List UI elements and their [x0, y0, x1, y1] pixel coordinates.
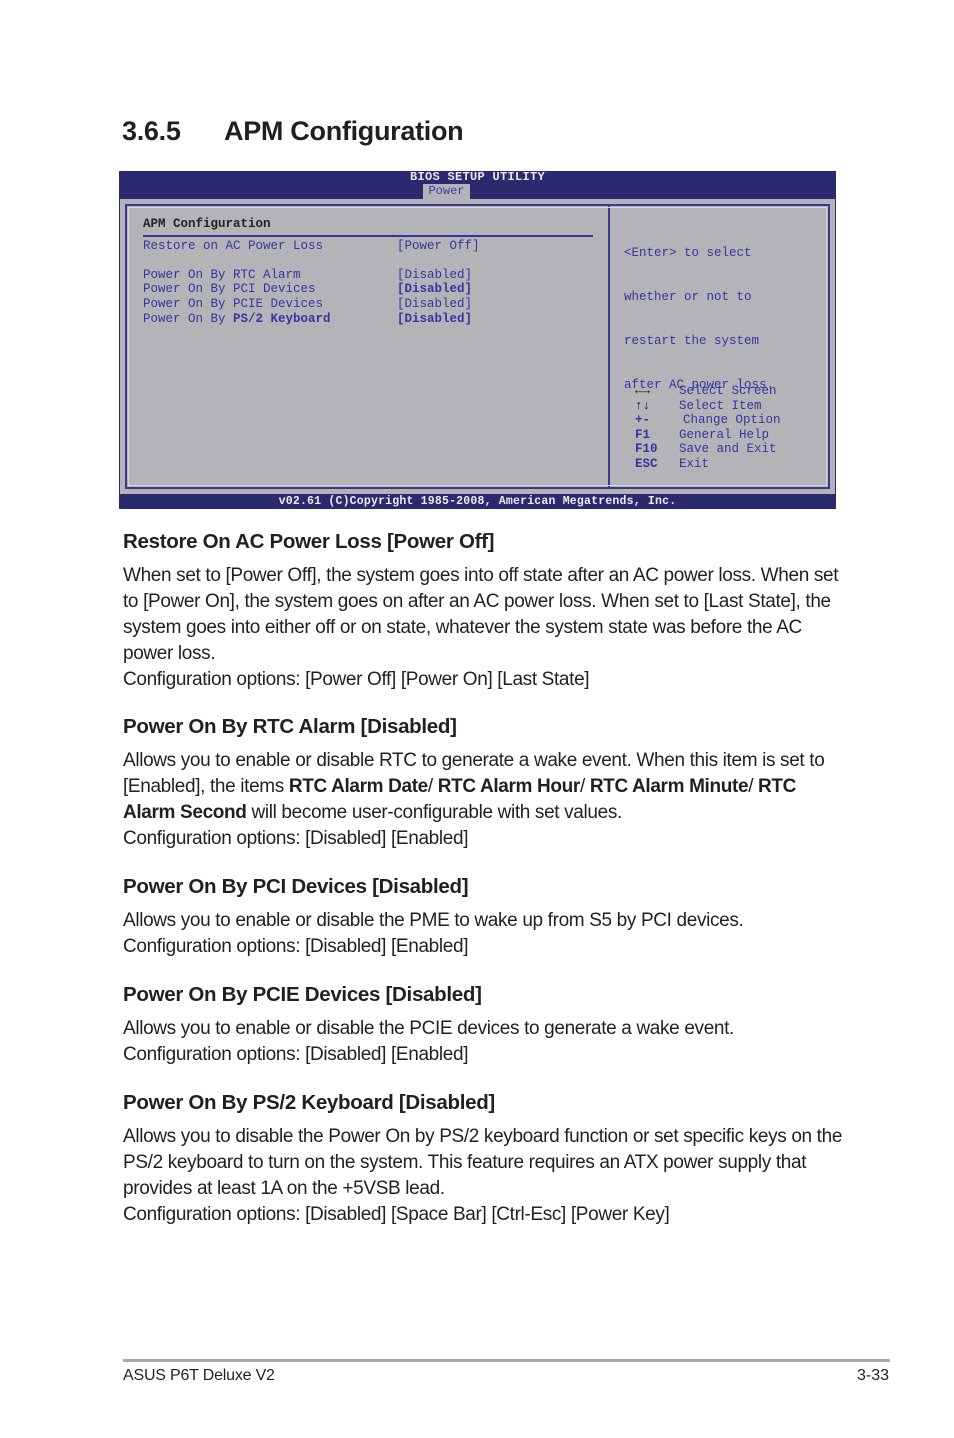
tab-power[interactable]: Power — [423, 184, 470, 199]
setting-label: Power On By RTC Alarm — [143, 267, 301, 282]
key-desc: Select Item — [679, 398, 762, 413]
key-row-save-exit: F10 Save and Exit — [635, 442, 781, 457]
label-emphasis: PS/2 Keyboard — [233, 311, 331, 326]
setting-label: Power On By PCI Devices — [143, 282, 316, 297]
config-options: Configuration options: [Disabled] [Enabl… — [123, 1044, 469, 1065]
item-heading: Power On By PS/2 Keyboard [Disabled] — [123, 1091, 495, 1114]
description-text: will become user-configurable with set v… — [246, 802, 622, 823]
item-heading: Restore On AC Power Loss [Power Off] — [123, 530, 495, 553]
item-heading: Power On By PCIE Devices [Disabled] — [123, 983, 482, 1006]
key-desc: Exit — [679, 456, 710, 471]
description-text: When set to [Power Off], the system goes… — [123, 565, 839, 664]
label-prefix: Power On By — [143, 311, 234, 326]
help-line: <Enter> to select — [624, 246, 752, 261]
description-text: Allows you to enable or disable the PME … — [123, 910, 744, 931]
footer-rule — [123, 1359, 890, 1362]
item-description: When set to [Power Off], the system goes… — [123, 563, 843, 693]
config-options: Configuration options: [Disabled] [Space… — [123, 1204, 670, 1225]
item-heading: Power On By RTC Alarm [Disabled] — [123, 715, 457, 738]
bios-title: BIOS SETUP UTILITY — [409, 170, 546, 184]
key-row-change-option: +- Change Option — [635, 413, 781, 428]
desc-restore-ac-power-loss: Restore On AC Power Loss [Power Off] Whe… — [123, 530, 843, 693]
item-description: Allows you to enable or disable RTC to g… — [123, 748, 843, 852]
config-options: Configuration options: [Power Off] [Powe… — [123, 669, 590, 690]
help-line: restart the system — [624, 333, 760, 348]
item-description: Allows you to enable or disable the PCIE… — [123, 1016, 843, 1068]
item-description: Allows you to enable or disable the PME … — [123, 908, 843, 960]
desc-ps2-keyboard: Power On By PS/2 Keyboard [Disabled] All… — [123, 1091, 843, 1228]
key-label: F10 — [635, 442, 658, 457]
setting-ps2-keyboard[interactable]: Power On By PS/2 Keyboard [Disabled] — [143, 312, 593, 327]
setting-value[interactable]: [Disabled] — [397, 297, 472, 312]
setting-rtc-alarm[interactable]: Power On By RTC Alarm [Disabled] — [143, 268, 593, 283]
separator: / — [427, 776, 438, 797]
config-options: Configuration options: [Disabled] [Enabl… — [123, 828, 469, 849]
help-line: whether or not to — [624, 289, 752, 304]
left-right-arrows-icon: ←→ — [635, 384, 651, 398]
key-label: ESC — [635, 456, 658, 471]
key-desc: Select Screen — [679, 384, 777, 398]
up-down-arrows-icon: ↑↓ — [635, 398, 651, 413]
item-description: Allows you to disable the Power On by PS… — [123, 1124, 843, 1228]
key-desc: Save and Exit — [679, 442, 777, 457]
bios-copyright: v02.61 (C)Copyright 1985-2008, American … — [278, 495, 677, 508]
desc-pci-devices: Power On By PCI Devices [Disabled] Allow… — [123, 875, 843, 960]
desc-rtc-alarm: Power On By RTC Alarm [Disabled] Allows … — [123, 715, 843, 852]
key-row-general-help: F1 General Help — [635, 428, 781, 443]
item-ref: RTC Alarm Minute — [589, 776, 749, 797]
key-row-select-item: ↑↓ Select Item — [635, 399, 781, 414]
item-ref: RTC Alarm Hour — [437, 776, 581, 797]
key-desc: Change Option — [683, 413, 781, 428]
setting-value[interactable]: [Disabled] — [397, 282, 472, 297]
key-label: F1 — [635, 427, 651, 442]
section-number: 3.6.5 — [122, 116, 181, 146]
section-name: APM Configuration — [224, 116, 464, 146]
setting-value[interactable]: [Disabled] — [397, 312, 472, 327]
bios-header: BIOS SETUP UTILITY Power — [119, 171, 836, 199]
setting-restore-ac-power-loss[interactable]: Restore on AC Power Loss [Power Off] — [143, 239, 593, 254]
bios-body: APM Configuration Restore on AC Power Lo… — [120, 199, 835, 494]
separator: / — [748, 776, 759, 797]
settings-panel: APM Configuration Restore on AC Power Lo… — [143, 217, 593, 326]
description-text: Allows you to disable the Power On by PS… — [123, 1126, 843, 1199]
setting-label: Restore on AC Power Loss — [143, 238, 324, 253]
item-heading: Power On By PCI Devices [Disabled] — [123, 875, 469, 898]
item-ref: RTC Alarm Date — [288, 776, 428, 797]
bios-frame: APM Configuration Restore on AC Power Lo… — [125, 204, 830, 489]
setting-pcie-devices[interactable]: Power On By PCIE Devices [Disabled] — [143, 297, 593, 312]
config-options: Configuration options: [Disabled] [Enabl… — [123, 936, 469, 957]
footer-page-number: 3-33 — [856, 1367, 889, 1384]
heading-rule — [143, 234, 593, 237]
setting-label: Power On By PCIE Devices — [143, 296, 324, 311]
description-text: Allows you to enable or disable the PCIE… — [123, 1018, 734, 1039]
separator: / — [579, 776, 590, 797]
key-desc: General Help — [679, 427, 770, 442]
footer-product: ASUS P6T Deluxe V2 — [123, 1367, 275, 1384]
key-row-select-screen: ←→ Select Screen — [635, 384, 781, 399]
section-title: 3.6.5 APM Configuration — [122, 116, 464, 147]
key-legend: ←→ Select Screen ↑↓ Select Item +- Chang… — [635, 384, 781, 472]
setting-value[interactable]: [Power Off] — [397, 239, 480, 254]
setting-value[interactable]: [Disabled] — [397, 268, 472, 283]
panel-divider — [608, 206, 610, 487]
panel-heading: APM Configuration — [143, 217, 271, 231]
key-row-exit: ESC Exit — [635, 457, 781, 472]
plus-minus-icon: +- — [635, 413, 651, 428]
desc-pcie-devices: Power On By PCIE Devices [Disabled] Allo… — [123, 983, 843, 1068]
setting-label: Power On By PS/2 Keyboard — [143, 312, 397, 327]
setting-pci-devices[interactable]: Power On By PCI Devices [Disabled] — [143, 282, 593, 297]
bios-screenshot: BIOS SETUP UTILITY Power APM Configurati… — [119, 171, 836, 509]
